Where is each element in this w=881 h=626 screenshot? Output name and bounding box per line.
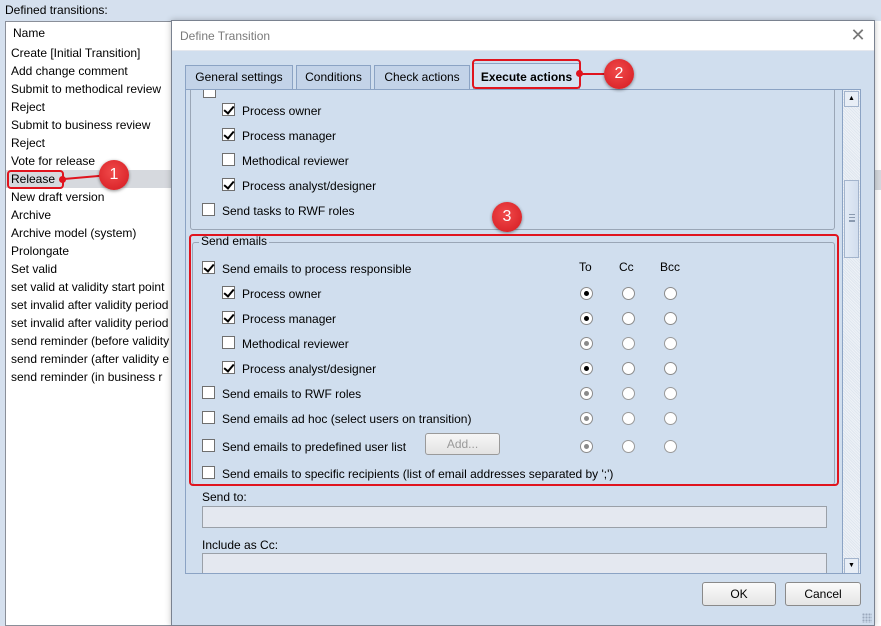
resize-grip-icon[interactable] <box>862 613 872 623</box>
include-cc-input[interactable] <box>202 553 827 573</box>
define-transition-dialog: Define Transition ✕ General settings Con… <box>171 20 875 626</box>
radio-cc[interactable] <box>622 362 635 375</box>
dialog-titlebar: Define Transition ✕ <box>172 21 874 51</box>
column-cc: Cc <box>619 260 634 274</box>
column-to: To <box>579 260 592 274</box>
send-to-input[interactable] <box>202 506 827 528</box>
email-option-row[interactable]: Process owner <box>222 285 321 303</box>
radio-to[interactable] <box>580 337 593 350</box>
email-option-label: Methodical reviewer <box>242 336 349 351</box>
scroll-down-icon[interactable]: ▼ <box>844 558 859 573</box>
radio-cc[interactable] <box>622 412 635 425</box>
send-tasks-rwf-roles[interactable]: Send tasks to RWF roles <box>202 202 355 220</box>
email-option-label: Send emails to predefined user list <box>222 439 407 454</box>
tab-conditions[interactable]: Conditions <box>296 65 371 89</box>
add-user-list-button[interactable]: Add... <box>425 433 500 455</box>
radio-bcc[interactable] <box>664 387 677 400</box>
email-option-label: Process owner <box>242 286 322 301</box>
checkbox[interactable] <box>202 386 215 400</box>
callout-dot-1 <box>59 176 66 183</box>
radio-bcc[interactable] <box>664 440 677 453</box>
transitions-list[interactable]: Name Create [Initial Transition] Add chan… <box>5 21 881 626</box>
radio-cc[interactable] <box>622 287 635 300</box>
close-icon[interactable]: ✕ <box>850 26 866 44</box>
partial-checkbox[interactable] <box>203 90 216 99</box>
scroll-up-icon[interactable]: ▲ <box>844 91 859 107</box>
email-option-label: Send emails to specific recipients (list… <box>222 466 614 481</box>
execute-actions-panel: Process owner Process manager Methodical… <box>185 89 861 574</box>
tab-execute-actions[interactable]: Execute actions <box>473 63 580 90</box>
task-process-analyst[interactable]: Process analyst/designer <box>222 177 376 195</box>
radio-bcc[interactable] <box>664 412 677 425</box>
callout-badge-3: 3 <box>492 202 522 232</box>
radio-cc[interactable] <box>622 312 635 325</box>
email-option-label: Send emails to process responsible <box>222 261 412 276</box>
column-bcc: Bcc <box>660 260 681 274</box>
checkbox[interactable] <box>202 466 215 480</box>
vertical-scrollbar[interactable]: ▲ ▼ <box>842 90 860 573</box>
email-option-label: Send emails to RWF roles <box>222 386 362 401</box>
defined-transitions-label: Defined transitions: <box>5 3 108 17</box>
checkbox[interactable] <box>222 286 235 300</box>
checkbox[interactable] <box>222 153 235 167</box>
checkbox[interactable] <box>222 361 235 375</box>
tab-general-settings[interactable]: General settings <box>185 65 293 89</box>
radio-to[interactable] <box>580 362 593 375</box>
email-option-label: Process analyst/designer <box>242 361 377 376</box>
checkbox[interactable] <box>222 311 235 325</box>
radio-to[interactable] <box>580 312 593 325</box>
checkbox[interactable] <box>202 261 215 275</box>
include-cc-label: Include as Cc: <box>202 538 279 552</box>
task-process-owner[interactable]: Process owner <box>222 102 321 120</box>
radio-bcc[interactable] <box>664 337 677 350</box>
radio-cc[interactable] <box>622 337 635 350</box>
send-emails-legend: Send emails <box>199 234 270 248</box>
checkbox[interactable] <box>202 203 215 217</box>
email-option-row[interactable]: Send emails to predefined user list <box>202 438 406 456</box>
email-option-label: Process manager <box>242 311 337 326</box>
dialog-title: Define Transition <box>180 29 271 43</box>
ok-button[interactable]: OK <box>702 582 776 606</box>
scroll-content: Process owner Process manager Methodical… <box>186 90 841 573</box>
callout-connector-2 <box>581 73 605 75</box>
scroll-thumb[interactable] <box>844 180 859 258</box>
radio-bcc[interactable] <box>664 362 677 375</box>
email-option-label: Send emails ad hoc (select users on tran… <box>222 411 472 426</box>
email-option-row[interactable]: Send emails ad hoc (select users on tran… <box>202 410 471 428</box>
checkbox[interactable] <box>222 336 235 350</box>
tab-check-actions[interactable]: Check actions <box>374 65 470 89</box>
email-option-row[interactable]: Process analyst/designer <box>222 360 376 378</box>
email-option-row[interactable]: Send emails to process responsible <box>202 260 411 278</box>
radio-to[interactable] <box>580 287 593 300</box>
checkbox[interactable] <box>222 178 235 192</box>
radio-bcc[interactable] <box>664 287 677 300</box>
email-option-row[interactable]: Process manager <box>222 310 336 328</box>
task-process-manager[interactable]: Process manager <box>222 127 336 145</box>
checkbox[interactable] <box>202 411 215 425</box>
email-option-row[interactable]: Send emails to specific recipients (list… <box>202 465 613 483</box>
task-methodical-reviewer[interactable]: Methodical reviewer <box>222 152 349 170</box>
checkbox[interactable] <box>202 439 215 453</box>
checkbox[interactable] <box>222 103 235 117</box>
callout-badge-2: 2 <box>604 59 634 89</box>
list-header-name[interactable]: Name <box>13 26 45 40</box>
radio-cc[interactable] <box>622 440 635 453</box>
email-option-row[interactable]: Methodical reviewer <box>222 335 349 353</box>
radio-to[interactable] <box>580 387 593 400</box>
radio-to[interactable] <box>580 412 593 425</box>
callout-badge-1: 1 <box>99 160 129 190</box>
callout-dot-2 <box>576 70 583 77</box>
email-option-row[interactable]: Send emails to RWF roles <box>202 385 361 403</box>
radio-bcc[interactable] <box>664 312 677 325</box>
radio-to[interactable] <box>580 440 593 453</box>
cancel-button[interactable]: Cancel <box>785 582 861 606</box>
checkbox[interactable] <box>222 128 235 142</box>
radio-cc[interactable] <box>622 387 635 400</box>
send-to-label: Send to: <box>202 490 247 504</box>
